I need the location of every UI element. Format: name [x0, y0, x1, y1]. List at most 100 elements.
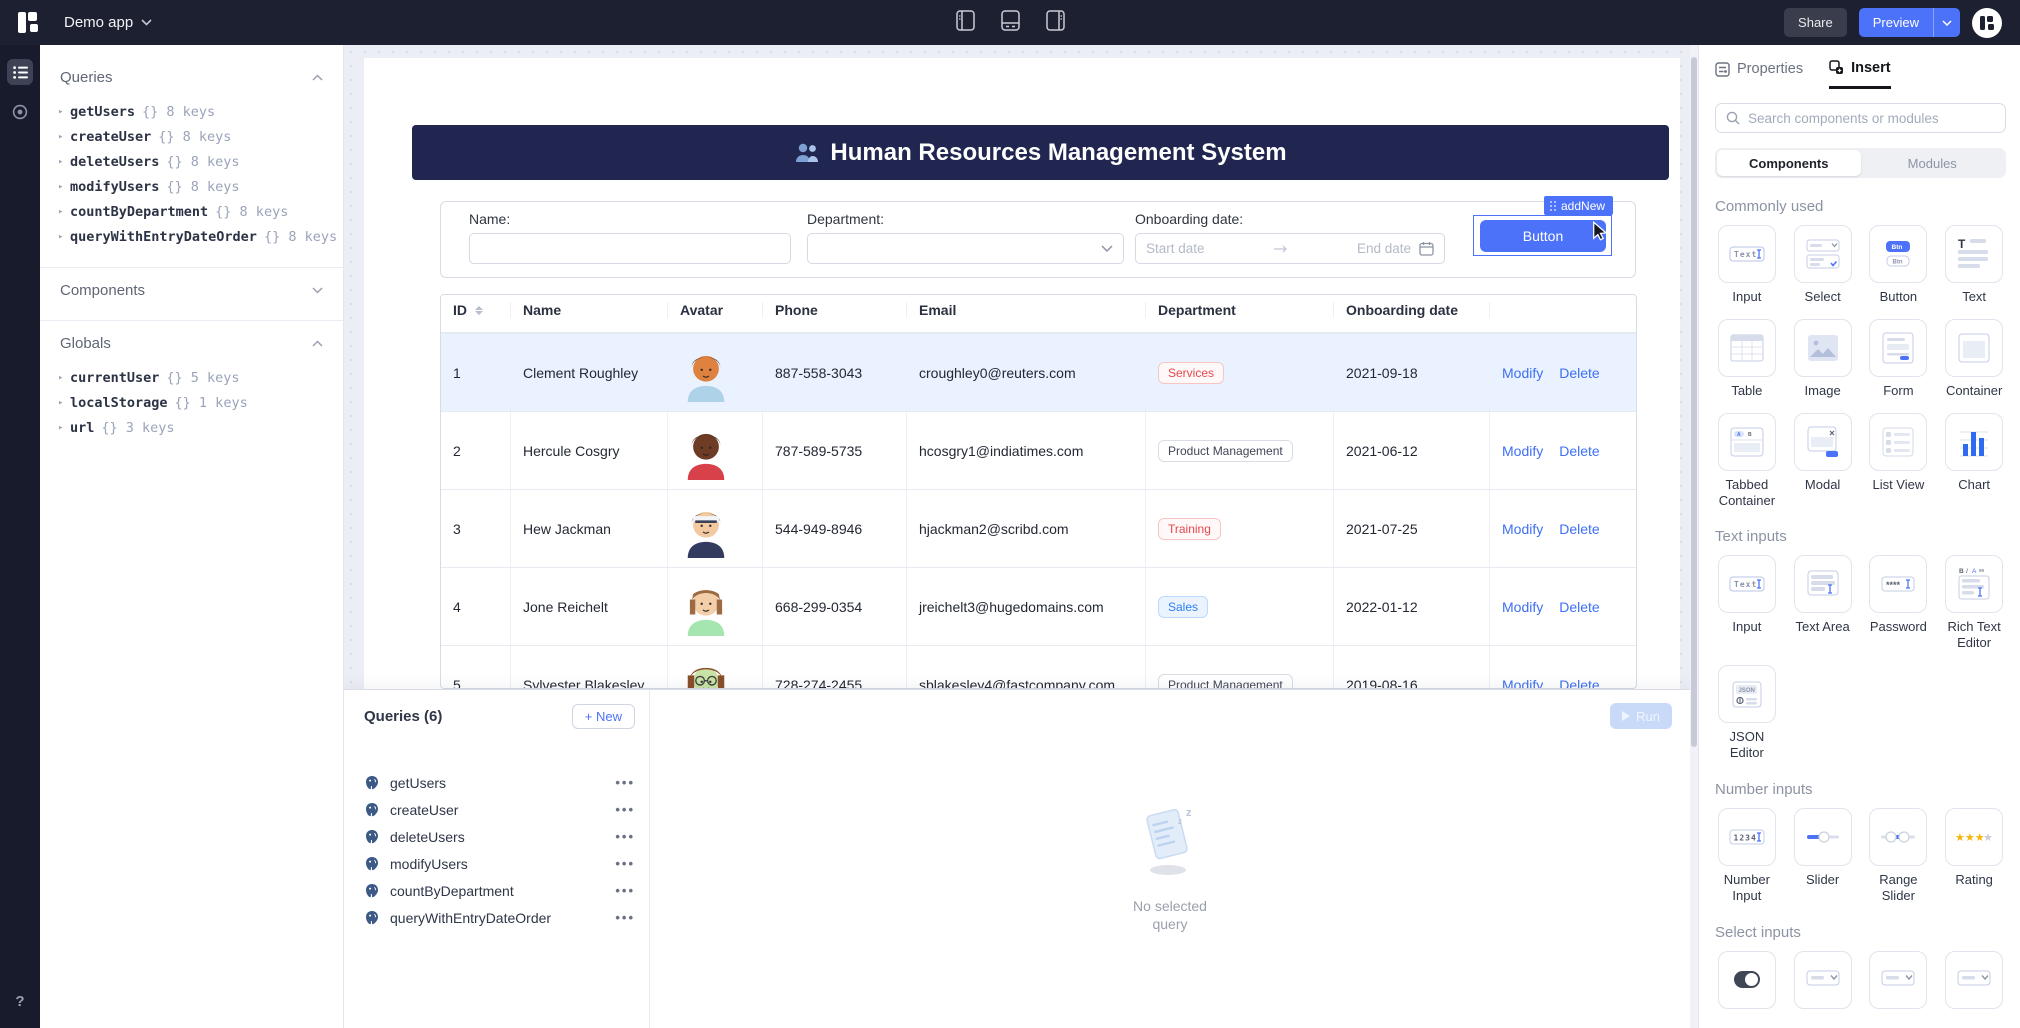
right-panel-toggle-icon[interactable]	[1046, 10, 1065, 36]
table-row[interactable]: 5Sylvester Blakesley 728-274-2455sblakes…	[441, 645, 1636, 689]
palette-item-select[interactable]: Select	[1791, 225, 1855, 305]
palette-item-json-editor[interactable]: JSONJSON Editor	[1715, 665, 1779, 761]
query-menu-button[interactable]: •••	[615, 856, 635, 871]
help-icon[interactable]: ?	[7, 988, 33, 1014]
table-row[interactable]: 4Jone Reichelt 668-299-0354jreichelt3@hu…	[441, 567, 1636, 645]
palette-item-input[interactable]: TextInput	[1715, 555, 1779, 651]
query-menu-button[interactable]: •••	[615, 910, 635, 925]
delete-link[interactable]: Delete	[1559, 443, 1599, 459]
query-list-item[interactable]: queryWithEntryDateOrder•••	[364, 904, 635, 931]
modify-link[interactable]: Modify	[1502, 443, 1543, 459]
delete-link[interactable]: Delete	[1559, 677, 1599, 690]
component-search[interactable]	[1715, 103, 2006, 133]
sort-icon[interactable]	[475, 306, 483, 315]
end-date-placeholder[interactable]: End date	[1357, 241, 1411, 256]
palette-item-range-slider[interactable]: Range Slider	[1867, 808, 1931, 904]
delete-link[interactable]: Delete	[1559, 365, 1599, 381]
expand-arrow-icon[interactable]: ▸	[58, 398, 70, 408]
expand-arrow-icon[interactable]: ▸	[58, 232, 70, 242]
palette-item-slider[interactable]: Slider	[1791, 808, 1855, 904]
inspector-node[interactable]: ▸deleteUsers{} 8 keys	[58, 149, 343, 174]
inspector-node[interactable]: ▸url{} 3 keys	[58, 415, 343, 440]
expand-arrow-icon[interactable]: ▸	[58, 107, 70, 117]
inspector-node[interactable]: ▸countByDepartment{} 8 keys	[58, 199, 343, 224]
query-menu-button[interactable]: •••	[615, 802, 635, 817]
expand-arrow-icon[interactable]: ▸	[58, 207, 70, 217]
query-menu-button[interactable]: •••	[615, 883, 635, 898]
widget-name-tag[interactable]: addNew	[1544, 196, 1613, 215]
palette-item-select-sm[interactable]	[1942, 951, 2006, 1009]
hr-table[interactable]: IDNameAvatarPhoneEmailDepartmentOnboardi…	[440, 294, 1637, 689]
table-row[interactable]: 2Hercule Cosgry 787-589-5735hcosgry1@ind…	[441, 411, 1636, 489]
palette-item-text-area[interactable]: Text Area	[1791, 555, 1855, 651]
modify-link[interactable]: Modify	[1502, 365, 1543, 381]
department-select[interactable]	[807, 233, 1124, 264]
left-panel-toggle-icon[interactable]	[956, 10, 975, 36]
delete-link[interactable]: Delete	[1559, 599, 1599, 615]
inspector-node[interactable]: ▸localStorage{} 1 keys	[58, 390, 343, 415]
inspector-node[interactable]: ▸modifyUsers{} 8 keys	[58, 174, 343, 199]
new-query-button[interactable]: + New	[572, 704, 635, 729]
preview-dropdown[interactable]	[1933, 8, 1960, 37]
query-menu-button[interactable]: •••	[615, 829, 635, 844]
palette-item-password[interactable]: ****Password	[1867, 555, 1931, 651]
table-header-cell[interactable]: ID	[441, 302, 511, 318]
palette-item-modal[interactable]: Modal	[1791, 413, 1855, 509]
component-search-input[interactable]	[1748, 111, 1995, 126]
palette-item-input[interactable]: TextInput	[1715, 225, 1779, 305]
bottom-panel-toggle-icon[interactable]	[1001, 10, 1020, 36]
modify-link[interactable]: Modify	[1502, 599, 1543, 615]
inspector-rail-icon[interactable]	[7, 59, 33, 85]
expand-arrow-icon[interactable]: ▸	[58, 373, 70, 383]
modify-link[interactable]: Modify	[1502, 521, 1543, 537]
tab-insert[interactable]: Insert	[1829, 60, 1891, 89]
inspector-section-queries[interactable]: Queries	[40, 63, 343, 91]
expand-arrow-icon[interactable]: ▸	[58, 132, 70, 142]
expand-arrow-icon[interactable]: ▸	[58, 423, 70, 433]
add-new-button[interactable]: Button	[1480, 220, 1606, 252]
app-title-banner[interactable]: Human Resources Management System	[412, 125, 1669, 180]
query-list-item[interactable]: countByDepartment•••	[364, 877, 635, 904]
palette-item-table[interactable]: Table	[1715, 319, 1779, 399]
expand-arrow-icon[interactable]: ▸	[58, 157, 70, 167]
palette-item-select-sm[interactable]	[1791, 951, 1855, 1009]
palette-item-list-view[interactable]: List View	[1867, 413, 1931, 509]
palette-item-rating[interactable]: ★★★★Rating	[1942, 808, 2006, 904]
query-list-item[interactable]: getUsers•••	[364, 769, 635, 796]
query-list-item[interactable]: createUser•••	[364, 796, 635, 823]
query-menu-button[interactable]: •••	[615, 775, 635, 790]
inspector-node[interactable]: ▸getUsers{} 8 keys	[58, 99, 343, 124]
run-query-button[interactable]: Run	[1610, 703, 1672, 729]
palette-item-container[interactable]: Container	[1942, 319, 2006, 399]
modify-link[interactable]: Modify	[1502, 677, 1543, 690]
palette-item-form[interactable]: Form	[1867, 319, 1931, 399]
palette-item-toggle[interactable]	[1715, 951, 1779, 1009]
palette-item-rich-text-editor[interactable]: BIA99Rich Text Editor	[1942, 555, 2006, 651]
scrollbar-thumb[interactable]	[1691, 57, 1697, 747]
segment-components[interactable]: Components	[1717, 150, 1861, 176]
date-range-picker[interactable]: Start date End date	[1135, 233, 1445, 264]
name-input[interactable]	[469, 233, 791, 264]
expand-arrow-icon[interactable]: ▸	[58, 182, 70, 192]
query-list-item[interactable]: modifyUsers•••	[364, 850, 635, 877]
inspector-node[interactable]: ▸createUser{} 8 keys	[58, 124, 343, 149]
palette-item-number-input[interactable]: 1234Number Input	[1715, 808, 1779, 904]
user-avatar[interactable]	[1972, 8, 2002, 38]
inspector-section-globals[interactable]: Globals	[40, 329, 343, 357]
canvas-scrollbar[interactable]	[1690, 45, 1698, 1028]
table-row[interactable]: 3Hew Jackman 544-949-8946hjackman2@scrib…	[441, 489, 1636, 567]
inspector-section-components[interactable]: Components	[40, 276, 343, 304]
palette-item-image[interactable]: Image	[1791, 319, 1855, 399]
inspector-node[interactable]: ▸queryWithEntryDateOrder{} 8 keys	[58, 224, 343, 249]
palette-item-text[interactable]: TText	[1942, 225, 2006, 305]
tab-properties[interactable]: Properties	[1715, 61, 1803, 87]
query-list-item[interactable]: deleteUsers•••	[364, 823, 635, 850]
table-row[interactable]: 1Clement Roughley 887-558-3043croughley0…	[441, 333, 1636, 411]
palette-item-button[interactable]: BtnBtnButton	[1867, 225, 1931, 305]
palette-item-chart[interactable]: Chart	[1942, 413, 2006, 509]
share-button[interactable]: Share	[1784, 8, 1847, 37]
delete-link[interactable]: Delete	[1559, 521, 1599, 537]
palette-item-tabbed-container[interactable]: ABTabbed Container	[1715, 413, 1779, 509]
debugger-rail-icon[interactable]	[7, 99, 33, 125]
filter-form[interactable]: Name: Department: Onboarding date: Start…	[440, 201, 1636, 278]
